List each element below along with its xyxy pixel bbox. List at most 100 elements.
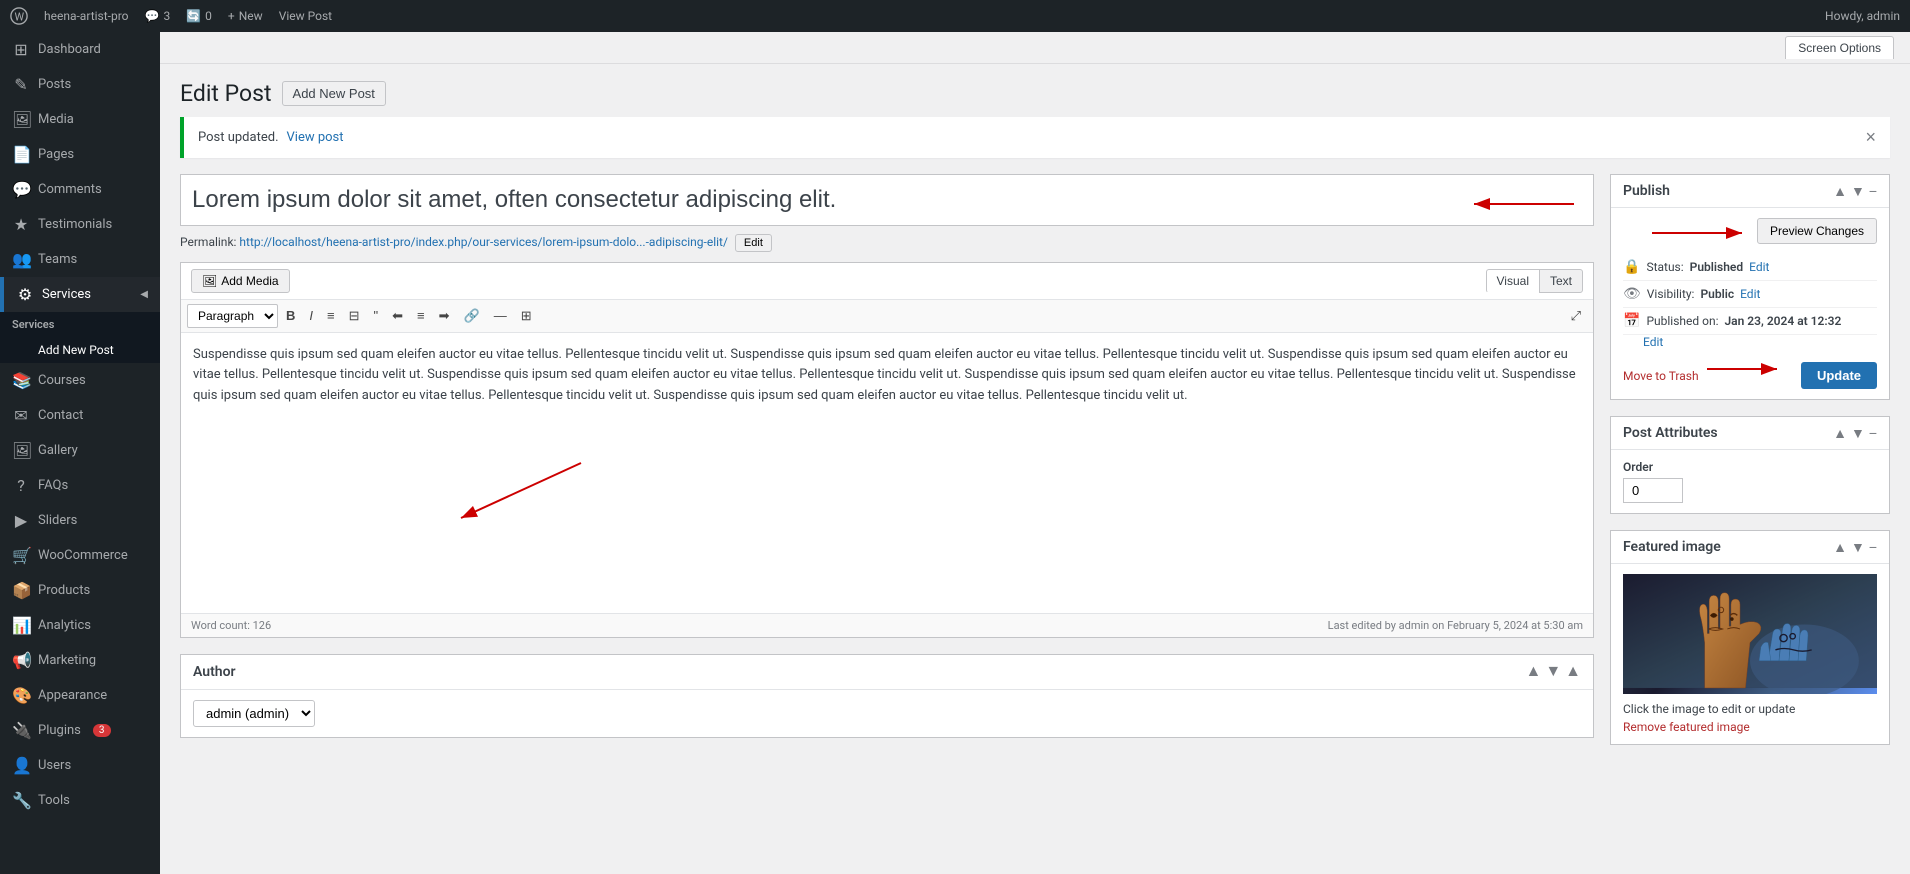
attributes-up[interactable]: ▲	[1833, 425, 1847, 441]
sidebar-item-media[interactable]: 🖼 Media	[0, 102, 160, 137]
view-post-link[interactable]: View post	[287, 130, 344, 145]
word-count-area: Word count: 126	[191, 619, 271, 632]
featured-image-header[interactable]: Featured image ▲ ▼ −	[1611, 531, 1889, 564]
author-box-header[interactable]: Author ▲ ▼ ▲	[181, 655, 1593, 690]
sidebar-item-teams[interactable]: 👥 Teams	[0, 242, 160, 277]
publish-box-toggle[interactable]: −	[1869, 183, 1877, 199]
featured-image-thumbnail[interactable]	[1623, 574, 1877, 694]
dashboard-icon: ⊞	[12, 40, 30, 59]
content-arrow	[431, 453, 591, 533]
author-box-down[interactable]: ▼	[1545, 663, 1561, 681]
view-post-item[interactable]: View Post	[279, 9, 332, 23]
services-icon: ⚙	[16, 285, 34, 304]
remove-featured-image-link[interactable]: Remove featured image	[1623, 720, 1877, 734]
publish-box-up[interactable]: ▲	[1833, 183, 1847, 199]
featured-image-content: Click the image to edit or update Remove…	[1611, 564, 1889, 744]
status-icon: 🔒	[1623, 259, 1640, 275]
permalink-edit-button[interactable]: Edit	[735, 234, 772, 252]
site-name-item[interactable]: heena-artist-pro	[44, 9, 129, 23]
attributes-down[interactable]: ▼	[1851, 425, 1865, 441]
sliders-icon: ▶	[12, 511, 30, 530]
link-button[interactable]: 🔗	[458, 305, 486, 326]
published-edit-link[interactable]: Edit	[1643, 335, 1663, 349]
sidebar-item-gallery[interactable]: 🖼 Gallery	[0, 433, 160, 468]
comments-item[interactable]: 💬 3	[145, 9, 171, 23]
post-sidebar: Publish ▲ ▼ − Preview Changes	[1610, 174, 1890, 761]
text-tab[interactable]: Text	[1539, 269, 1583, 293]
featured-up[interactable]: ▲	[1833, 539, 1847, 555]
submenu-item-add-new[interactable]: Add New Post	[0, 337, 160, 363]
post-attributes-box: Post Attributes ▲ ▼ − Order	[1610, 416, 1890, 514]
italic-button[interactable]: I	[303, 305, 319, 326]
wp-logo-item[interactable]: W	[10, 7, 28, 25]
gallery-icon: 🖼	[12, 441, 30, 460]
align-right-button[interactable]: ➡	[433, 305, 456, 326]
featured-toggle[interactable]: −	[1869, 539, 1877, 555]
post-title-input[interactable]	[180, 174, 1594, 226]
updates-icon: 🔄	[186, 9, 201, 23]
notice-close-button[interactable]: ×	[1865, 127, 1876, 148]
table-button[interactable]: ⊞	[515, 305, 538, 326]
post-attributes-header[interactable]: Post Attributes ▲ ▼ −	[1611, 417, 1889, 450]
order-input[interactable]	[1623, 478, 1683, 503]
unordered-list-button[interactable]: ≡	[321, 305, 341, 326]
status-edit-link[interactable]: Edit	[1749, 260, 1769, 274]
updates-item[interactable]: 🔄 0	[186, 9, 212, 23]
visibility-edit-link[interactable]: Edit	[1740, 287, 1760, 301]
testimonials-icon: ★	[12, 215, 30, 234]
editor-content[interactable]: Suspendisse quis ipsum sed quam eleifen …	[181, 333, 1593, 613]
main-content: Screen Options Edit Post Add New Post Po…	[160, 32, 1910, 874]
move-to-trash-link[interactable]: Move to Trash	[1623, 369, 1699, 383]
paragraph-select[interactable]: Paragraph	[187, 304, 278, 328]
status-row: 🔒 Status: Published Edit	[1623, 254, 1877, 281]
plugins-badge: 3	[93, 724, 111, 737]
author-box-up[interactable]: ▲	[1525, 663, 1541, 681]
preview-changes-button[interactable]: Preview Changes	[1757, 218, 1877, 244]
sidebar-item-sliders[interactable]: ▶ Sliders	[0, 503, 160, 538]
more-button[interactable]: —	[488, 305, 513, 326]
visual-tab[interactable]: Visual	[1486, 269, 1539, 293]
sidebar-item-courses[interactable]: 📚 Courses	[0, 363, 160, 398]
sidebar-item-woocommerce[interactable]: 🛒 WooCommerce	[0, 538, 160, 573]
sidebar-item-appearance[interactable]: 🎨 Appearance	[0, 678, 160, 713]
sidebar-item-users[interactable]: 👤 Users	[0, 748, 160, 783]
author-meta-box: Author ▲ ▼ ▲ admin (admin)	[180, 654, 1594, 738]
sidebar-item-marketing[interactable]: 📢 Marketing	[0, 643, 160, 678]
author-select[interactable]: admin (admin)	[193, 700, 315, 727]
add-media-button[interactable]: 🖼 Add Media	[191, 269, 290, 293]
permalink-url[interactable]: http://localhost/heena-artist-pro/index.…	[239, 235, 728, 249]
bold-button[interactable]: B	[280, 305, 301, 326]
sidebar-item-contact[interactable]: ✉ Contact	[0, 398, 160, 433]
featured-down[interactable]: ▼	[1851, 539, 1865, 555]
sidebar-item-plugins[interactable]: 🔌 Plugins 3	[0, 713, 160, 748]
screen-options-button[interactable]: Screen Options	[1785, 36, 1894, 59]
sidebar-item-products[interactable]: 📦 Products	[0, 573, 160, 608]
sidebar-item-analytics[interactable]: 📊 Analytics	[0, 608, 160, 643]
visual-text-tabs: Visual Text	[1486, 269, 1583, 293]
sidebar-item-testimonials[interactable]: ★ Testimonials	[0, 207, 160, 242]
svg-text:W: W	[15, 11, 25, 24]
author-box-toggle[interactable]: ▲	[1565, 663, 1581, 681]
align-left-button[interactable]: ⬅	[386, 305, 409, 326]
author-box-content: admin (admin)	[181, 690, 1593, 737]
visibility-row: 👁 Visibility: Public Edit	[1623, 281, 1877, 308]
expand-toolbar-button[interactable]: ⤢	[1565, 305, 1587, 326]
new-item[interactable]: + New	[228, 9, 263, 23]
sidebar-item-comments[interactable]: 💬 Comments	[0, 172, 160, 207]
sidebar-item-dashboard[interactable]: ⊞ Dashboard	[0, 32, 160, 67]
author-box-controls: ▲ ▼ ▲	[1525, 663, 1581, 681]
add-new-post-button[interactable]: Add New Post	[282, 81, 386, 106]
ordered-list-button[interactable]: ⊟	[343, 305, 366, 326]
attributes-toggle[interactable]: −	[1869, 425, 1877, 441]
sidebar-item-faqs[interactable]: ? FAQs	[0, 468, 160, 503]
publish-box: Publish ▲ ▼ − Preview Changes	[1610, 174, 1890, 400]
blockquote-button[interactable]: "	[368, 305, 385, 326]
publish-box-down[interactable]: ▼	[1851, 183, 1865, 199]
sidebar-item-tools[interactable]: 🔧 Tools	[0, 783, 160, 818]
sidebar-item-pages[interactable]: 📄 Pages	[0, 137, 160, 172]
align-center-button[interactable]: ≡	[411, 305, 431, 326]
services-submenu: Services Add New Post	[0, 312, 160, 363]
update-button[interactable]: Update	[1801, 362, 1877, 389]
sidebar-item-services[interactable]: ⚙ Services ◀	[0, 277, 160, 312]
sidebar-item-posts[interactable]: ✎ Posts	[0, 67, 160, 102]
